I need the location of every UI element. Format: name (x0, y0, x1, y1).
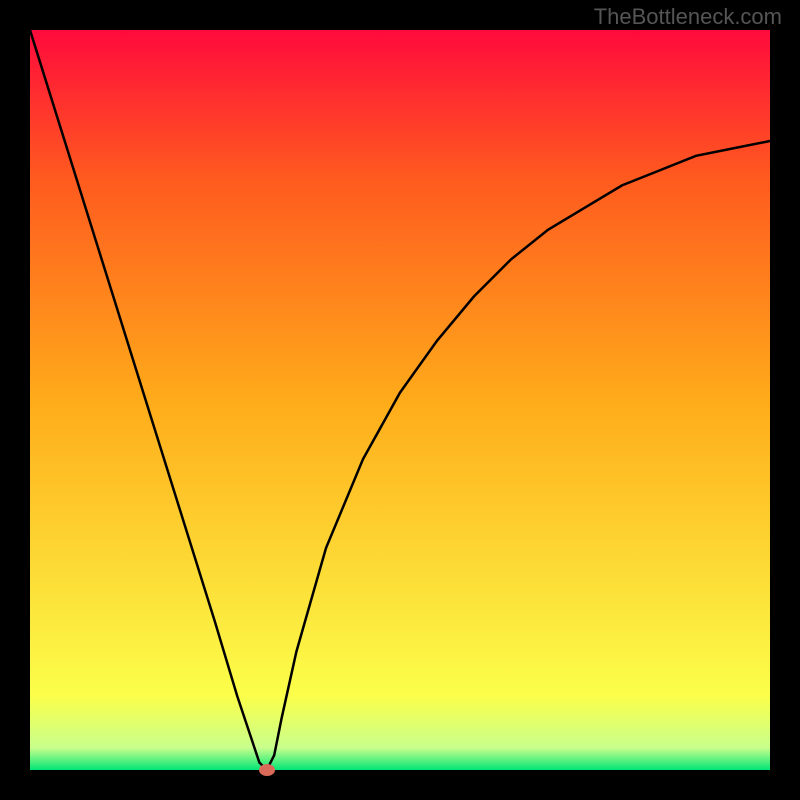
optimum-marker (259, 764, 275, 776)
chart-svg (30, 30, 770, 770)
gradient-background (30, 30, 770, 770)
watermark-label: TheBottleneck.com (594, 4, 782, 30)
chart-area (30, 30, 770, 770)
